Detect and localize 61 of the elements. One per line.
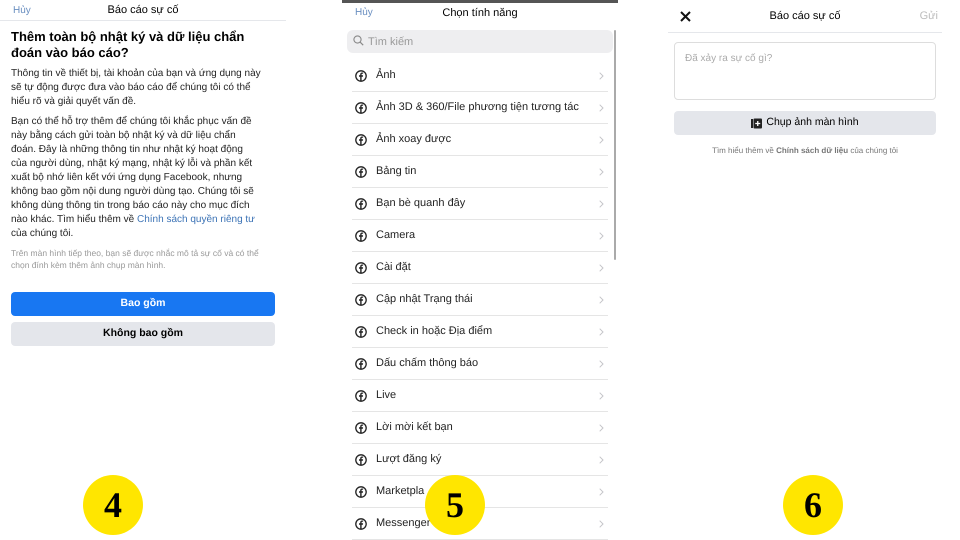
chevron-icon: [599, 296, 604, 304]
chevron-icon: [599, 168, 604, 176]
facebook-icon: [355, 358, 367, 370]
feature-list-item[interactable]: Lượt đăng ký: [352, 444, 608, 476]
feature-list-item[interactable]: Dấu chấm thông báo: [352, 348, 608, 380]
chevron-icon: [599, 456, 604, 464]
feature-list-item[interactable]: Camera: [352, 220, 608, 252]
search-field[interactable]: Tìm kiếm: [347, 30, 613, 53]
chevron-icon: [599, 264, 604, 272]
feature-list-item[interactable]: Cập nhật Trạng thái: [352, 284, 608, 316]
chevron-icon: [599, 72, 604, 80]
paragraph: Thông tin về thiết bị, tài khoản của bạn và ứng dụng này sẽ tự động được đưa vào báo cáo để chúng tôi có thể hiểu rõ và giải quyết vấn đề.: [11, 67, 262, 109]
chevron-icon: [599, 424, 604, 432]
facebook-icon: [355, 102, 367, 114]
dialog-heading: Thêm toàn bộ nhật ký và dữ liệu chẩn đoán vào báo cáo?: [11, 29, 246, 61]
add-photo-icon: [751, 118, 762, 128]
feature-list-item[interactable]: Cài đặt: [352, 252, 608, 284]
facebook-icon: [355, 134, 367, 146]
privacy-policy-link[interactable]: Chính sách quyền riêng tư: [137, 214, 255, 225]
paragraph: Bạn có thể hỗ trợ thêm để chúng tôi khắc phục vấn đề này bằng cách gửi toàn bộ nhật ký và dữ liệu chẩn đoán. Đây là những thông tin như nhật ký hoạt động của người dùng, nhật ký mạng, nhật ký lỗi và phần kết xuất bộ nhớ liên kết với ứng dụng Facebook, nhưng không bao gồm nội dung người dùng tạo. Chúng tôi sẽ không dùng thông tin trong báo cáo này cho mục đích nào khác. Tìm hiểu thêm về Chính sách quyền riêng tư của chúng tôi.: [11, 115, 256, 241]
chevron-icon: [599, 232, 604, 240]
close-icon[interactable]: [680, 10, 691, 22]
facebook-icon: [355, 294, 367, 306]
facebook-icon: [355, 518, 367, 530]
facebook-icon: [355, 262, 367, 274]
description-field[interactable]: Đã xảy ra sự cố gì?: [674, 42, 936, 100]
screen-title: Báo cáo sự cố: [108, 2, 178, 18]
feature-list-item[interactable]: Ảnh: [352, 60, 608, 92]
step-number-badge: 6: [783, 475, 843, 535]
facebook-icon: [355, 198, 367, 210]
facebook-icon: [355, 70, 367, 82]
chevron-icon: [599, 488, 604, 496]
facebook-icon: [355, 326, 367, 338]
feature-list-item[interactable]: Live: [352, 380, 608, 412]
feature-list-item[interactable]: Check in hoặc Địa điểm: [352, 316, 608, 348]
chevron-icon: [599, 104, 604, 112]
exclude-button[interactable]: Không bao gồm: [11, 322, 275, 346]
chevron-icon: [599, 136, 604, 144]
facebook-icon: [355, 454, 367, 466]
feature-list-item[interactable]: Bạn bè quanh đây: [352, 188, 608, 220]
screenshot-button[interactable]: Chụp ảnh màn hình: [674, 111, 936, 135]
chevron-icon: [599, 520, 604, 528]
facebook-icon: [355, 390, 367, 402]
chevron-icon: [599, 200, 604, 208]
facebook-icon: [355, 166, 367, 178]
chevron-icon: [599, 360, 604, 368]
data-policy-text: Tìm hiểu thêm về Chính sách dữ liệu của chúng tôi: [711, 145, 899, 157]
hint-text: Trên màn hình tiếp theo, bạn sẽ được nhắc mô tả sự cố và có thể chọn đính kèm thêm ảnh chụp màn hình.: [11, 247, 260, 271]
feature-list-item[interactable]: Bảng tin: [352, 156, 608, 188]
feature-list-item[interactable]: Ảnh 3D & 360/File phương tiện tương tác: [352, 92, 608, 124]
chevron-icon: [599, 392, 604, 400]
screen-title: Chọn tính năng: [442, 6, 518, 20]
facebook-icon: [355, 422, 367, 434]
feature-list-item[interactable]: Lời mời kết bạn: [352, 412, 608, 444]
facebook-icon: [355, 486, 367, 498]
chevron-icon: [599, 328, 604, 336]
include-button[interactable]: Bao gồm: [11, 292, 275, 316]
feature-list-item[interactable]: Ảnh xoay được: [352, 124, 608, 156]
screen-title: Báo cáo sự cố: [770, 8, 840, 24]
step-number-badge: 4: [83, 475, 143, 535]
facebook-icon: [355, 230, 367, 242]
